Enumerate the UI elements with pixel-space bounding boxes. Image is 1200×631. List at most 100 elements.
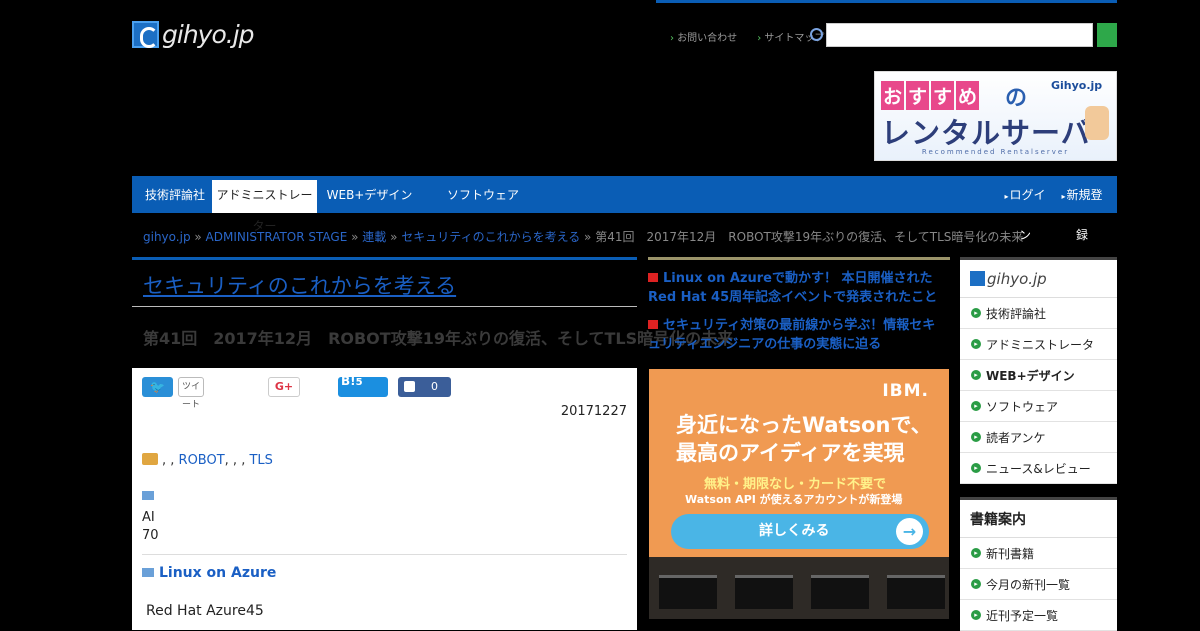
divider — [142, 554, 627, 555]
ad-cta-label: 詳しくみる — [759, 523, 830, 539]
sidebar-header: 書籍案内 — [960, 500, 1117, 538]
sidebar-logo-text: gihyo.jp — [987, 269, 1047, 288]
laptop-icon — [735, 575, 793, 609]
facebook-like-button[interactable]: 0 — [398, 377, 451, 397]
article-paragraph: AI 70 — [142, 509, 159, 545]
ad-pink-chars: お す す め — [881, 81, 980, 110]
search-input[interactable] — [826, 23, 1093, 47]
logo-mark-icon — [132, 21, 159, 48]
section-play-icon — [142, 568, 154, 577]
site-logo[interactable]: gihyo.jp — [132, 20, 255, 49]
middle-accent-line — [648, 257, 950, 260]
related-text: Red Hat Azure45 — [146, 603, 264, 619]
sidebar-sites: gihyo.jp 技術評論社 アドミニストレータ WEB+デザイン ソフトウェア… — [960, 257, 1117, 484]
sidebar-item[interactable]: 近刊予定一覧 — [960, 600, 1117, 631]
sidebar-item[interactable]: ソフトウェア — [960, 391, 1117, 422]
section-play-icon — [142, 491, 154, 500]
nav-item-software[interactable]: ソフトウェア — [428, 176, 538, 213]
ad-free-text: 無料・期限なし・カード不要で — [704, 477, 887, 492]
sidebar-item[interactable]: 技術評論社 — [960, 298, 1117, 329]
sidebar-item[interactable]: WEB+デザイン — [960, 360, 1117, 391]
header-links: お問い合わせ サイトマップ — [670, 29, 824, 44]
hatena-bookmark-button[interactable]: B!5 — [338, 374, 388, 397]
ad-char: す — [931, 81, 955, 110]
breadcrumb: gihyo.jp » ADMINISTRATOR STAGE » 連載 » セキ… — [143, 230, 1024, 244]
ad-brand: Gihyo.jp — [1051, 79, 1103, 92]
sidebar-item[interactable]: 新刊書籍 — [960, 538, 1117, 569]
ad-subtext: Recommended Rentalserver — [921, 148, 1070, 156]
gplus-button[interactable]: G+ — [268, 377, 300, 397]
article-title: 第41回 2017年12月 ROBOT攻撃19年ぶりの復活、そしてTLS暗号化の… — [143, 329, 734, 348]
tags-prefix: , , — [162, 453, 179, 468]
ad-char: お — [881, 81, 905, 110]
news-text: Linux on Azureで動かす！ 本日開催されたRed Hat 45周年記… — [648, 271, 938, 305]
ad-headline-line: 身近になったWatsonで、 — [676, 413, 932, 437]
arrow-right-icon: → — [896, 518, 923, 545]
related-heading[interactable]: Linux on Azure — [142, 565, 276, 581]
body-line: 70 — [142, 528, 159, 543]
breadcrumb-home[interactable]: gihyo.jp — [143, 230, 191, 244]
header-accent-line — [656, 0, 1117, 3]
thumbs-up-icon — [1085, 106, 1109, 140]
tag-icon — [142, 453, 158, 465]
sidebar-item[interactable]: 今月の新刊一覧 — [960, 569, 1117, 600]
watson-ad[interactable]: IBM. 身近になったWatsonで、 最高のアイディアを実現 無料・期限なし・… — [649, 369, 949, 619]
news-flag-icon — [648, 320, 658, 329]
nav-login[interactable]: ログイン — [1000, 176, 1050, 242]
publish-date: 20171227 — [560, 404, 627, 419]
nav-item-webdesign[interactable]: WEB+デザイン — [322, 176, 417, 213]
tweet-button[interactable]: 🐦 — [142, 377, 173, 397]
article-body: 🐦 ツイート G+ B!5 0 20171227 , , ROBOT, , , … — [132, 368, 637, 630]
logo-mark-icon — [970, 271, 985, 286]
nav-register[interactable]: 新規登録 — [1056, 176, 1108, 242]
sidebar-books: 書籍案内 新刊書籍 今月の新刊一覧 近刊予定一覧 — [960, 497, 1117, 631]
ad-char: す — [906, 81, 930, 110]
breadcrumb-serial[interactable]: 連載 — [362, 230, 386, 244]
main-nav: 技術評論社 アドミニストレーター WEB+デザイン ソフトウェア ログイン 新規… — [132, 176, 1117, 242]
ad-api-text: Watson API が使えるアカウントが新登場 — [685, 493, 903, 506]
breadcrumb-series[interactable]: セキュリティのこれからを考える — [401, 230, 580, 244]
sidebar-title: 書籍案内 — [970, 511, 1026, 528]
news-link[interactable]: セキュリティ対策の最前線から学ぶ！情報セキュリティエンジニアの仕事の実態に迫る — [648, 316, 948, 354]
search-icon — [810, 28, 823, 41]
laptop-icon — [659, 575, 717, 609]
body-line: AI — [142, 510, 155, 525]
tag-robot[interactable]: ROBOT — [179, 453, 225, 468]
sidebar-logo[interactable]: gihyo.jp — [970, 270, 1047, 288]
ibm-logo: IBM. — [882, 381, 929, 401]
laptop-icon — [887, 575, 945, 609]
tag-tls[interactable]: TLS — [249, 453, 272, 468]
article-tags: , , ROBOT, , , TLS — [142, 453, 273, 468]
twitter-icon: 🐦 — [150, 380, 165, 394]
ad-headline-line: 最高のアイディアを実現 — [676, 441, 905, 465]
sidebar-item[interactable]: ニュース&レビュー — [960, 453, 1117, 484]
news-flag-icon — [648, 273, 658, 282]
hatena-label: B! — [341, 374, 356, 388]
breadcrumb-current: 第41回 2017年12月 ROBOT攻撃19年ぶりの復活、そしてTLS暗号化の… — [595, 230, 1024, 244]
contact-link[interactable]: お問い合わせ — [670, 29, 737, 44]
news-link[interactable]: Linux on Azureで動かす！ 本日開催されたRed Hat 45周年記… — [648, 269, 948, 307]
breadcrumb-admin[interactable]: ADMINISTRATOR STAGE — [206, 230, 348, 244]
hatena-count: 5 — [355, 377, 363, 388]
laptop-icon — [811, 575, 869, 609]
ad-headline: レンタルサーバ — [881, 116, 1091, 150]
tweet-count[interactable]: ツイート — [178, 377, 204, 410]
related-heading-text: Linux on Azure — [159, 565, 277, 581]
sidebar-item[interactable]: 読者アンケ — [960, 422, 1117, 453]
ad-char: め — [956, 81, 980, 110]
nav-item-admin[interactable]: アドミニストレーター — [212, 180, 317, 233]
divider — [132, 306, 637, 307]
like-icon — [404, 381, 415, 392]
tags-mid: , , , — [224, 453, 250, 468]
nav-item-gihyo[interactable]: 技術評論社 — [132, 176, 218, 213]
news-text: セキュリティ対策の最前線から学ぶ！情報セキュリティエンジニアの仕事の実態に迫る — [648, 318, 936, 352]
search-button[interactable] — [1097, 23, 1117, 47]
series-title[interactable]: セキュリティのこれからを考える — [143, 270, 456, 300]
rental-server-ad[interactable]: お す す め の Gihyo.jp レンタルサーバ Recommended R… — [874, 71, 1117, 161]
sidebar-header: gihyo.jp — [960, 260, 1117, 298]
ad-no: の — [1005, 86, 1028, 111]
main-accent-line — [132, 257, 637, 260]
ad-headline: 身近になったWatsonで、 最高のアイディアを実現 — [676, 411, 932, 467]
ad-cta-button[interactable]: 詳しくみる → — [671, 514, 929, 549]
sidebar-item[interactable]: アドミニストレータ — [960, 329, 1117, 360]
